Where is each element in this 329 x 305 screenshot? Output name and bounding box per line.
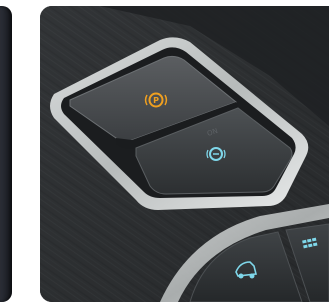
- photo-card[interactable]: P ON: [40, 6, 329, 302]
- adjacent-photo-card: [0, 6, 12, 302]
- console-photo: P ON: [40, 6, 329, 302]
- svg-text:P: P: [153, 96, 159, 105]
